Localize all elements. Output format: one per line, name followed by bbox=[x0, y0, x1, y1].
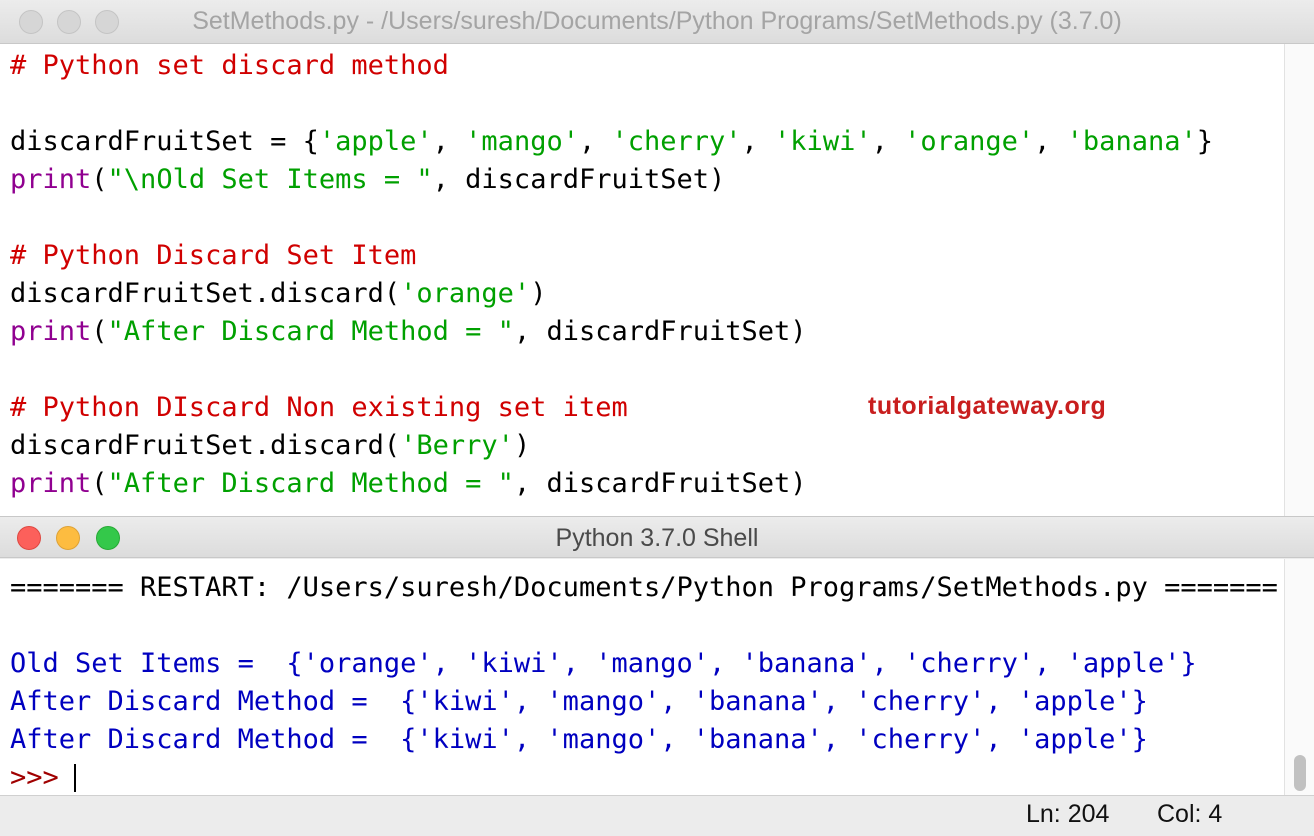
token-plain: ) bbox=[530, 278, 547, 309]
token-plain: discardFruitSet.discard( bbox=[10, 430, 401, 461]
token-string: 'orange' bbox=[400, 278, 531, 309]
token-comment: # Python set discard method bbox=[10, 50, 449, 81]
line-number-indicator: Ln: 204 bbox=[1026, 800, 1110, 828]
token-plain: ( bbox=[91, 316, 108, 347]
token-string: "After Discard Method = " bbox=[107, 468, 514, 499]
token-plain: , bbox=[871, 126, 905, 157]
text-cursor bbox=[74, 764, 76, 792]
token-string: "After Discard Method = " bbox=[107, 316, 514, 347]
token-plain: ( bbox=[91, 468, 108, 499]
token-out: Old Set Items = {'orange', 'kiwi', 'mang… bbox=[10, 648, 1197, 679]
shell-line: After Discard Method = {'kiwi', 'mango',… bbox=[10, 683, 1148, 721]
editor-title-bar[interactable]: SetMethods.py - /Users/suresh/Documents/… bbox=[0, 0, 1314, 44]
token-builtin: print bbox=[10, 164, 92, 195]
token-plain: discardFruitSet.discard( bbox=[10, 278, 401, 309]
shell-scrollbar-thumb[interactable] bbox=[1294, 755, 1306, 791]
token-comment: # Python DIscard Non existing set item bbox=[10, 392, 628, 423]
shell-output[interactable]: ======= RESTART: /Users/suresh/Documents… bbox=[0, 559, 1284, 795]
token-plain: discardFruitSet = { bbox=[10, 126, 319, 157]
token-prompt: >>> bbox=[10, 762, 76, 793]
token-plain: ( bbox=[91, 164, 108, 195]
token-builtin: print bbox=[10, 468, 92, 499]
token-string: 'orange' bbox=[904, 126, 1035, 157]
token-comment: # Python Discard Set Item bbox=[10, 240, 417, 271]
watermark-logo: tutorialgateway.org bbox=[868, 392, 1107, 420]
token-plain: ======= RESTART: /Users/suresh/Documents… bbox=[10, 572, 1278, 603]
token-string: 'mango' bbox=[465, 126, 579, 157]
token-plain: } bbox=[1196, 126, 1213, 157]
code-line: discardFruitSet.discard('orange') bbox=[10, 275, 546, 313]
token-string: 'kiwi' bbox=[774, 126, 872, 157]
shell-title-bar[interactable]: Python 3.7.0 Shell bbox=[0, 516, 1314, 558]
shell-line: >>> bbox=[10, 759, 75, 795]
token-string: "\nOld Set Items = " bbox=[107, 164, 433, 195]
code-line: # Python Discard Set Item bbox=[10, 237, 416, 275]
shell-scrollbar[interactable] bbox=[1284, 559, 1314, 795]
code-line: # Python DIscard Non existing set item bbox=[10, 389, 628, 427]
shell-line: ======= RESTART: /Users/suresh/Documents… bbox=[10, 569, 1278, 607]
code-editor[interactable]: # Python set discard method discardFruitS… bbox=[0, 44, 1284, 516]
token-string: 'banana' bbox=[1066, 126, 1197, 157]
code-line: print("After Discard Method = ", discard… bbox=[10, 465, 807, 503]
token-out: After Discard Method = {'kiwi', 'mango',… bbox=[10, 724, 1148, 755]
editor-window-title: SetMethods.py - /Users/suresh/Documents/… bbox=[192, 7, 1122, 35]
token-plain: , discardFruitSet) bbox=[432, 164, 726, 195]
code-line: discardFruitSet = {'apple', 'mango', 'ch… bbox=[10, 123, 1213, 161]
column-number-indicator: Col: 4 bbox=[1157, 800, 1223, 828]
editor-scrollbar[interactable] bbox=[1284, 44, 1314, 516]
shell-window-title: Python 3.7.0 Shell bbox=[555, 524, 759, 552]
token-string: 'apple' bbox=[318, 126, 433, 157]
token-plain: , bbox=[578, 126, 612, 157]
token-string: 'Berry' bbox=[400, 430, 514, 461]
code-line: print("\nOld Set Items = ", discardFruit… bbox=[10, 161, 725, 199]
shell-line: Old Set Items = {'orange', 'kiwi', 'mang… bbox=[10, 645, 1197, 683]
token-plain: ) bbox=[513, 430, 531, 461]
token-string: 'cherry' bbox=[611, 126, 742, 157]
shell-line: After Discard Method = {'kiwi', 'mango',… bbox=[10, 721, 1148, 759]
token-builtin: print bbox=[10, 316, 92, 347]
token-plain: , bbox=[432, 126, 466, 157]
code-line: print("After Discard Method = ", discard… bbox=[10, 313, 807, 351]
status-bar: Ln: 204 Col: 4 bbox=[0, 795, 1314, 836]
code-line: # Python set discard method bbox=[10, 47, 449, 85]
token-plain: , bbox=[1034, 126, 1067, 157]
token-plain: , discardFruitSet) bbox=[513, 468, 807, 499]
token-plain: , bbox=[741, 126, 775, 157]
token-out: After Discard Method = {'kiwi', 'mango',… bbox=[10, 686, 1148, 717]
token-plain: , discardFruitSet) bbox=[513, 316, 807, 347]
code-line: discardFruitSet.discard('Berry') bbox=[10, 427, 530, 465]
